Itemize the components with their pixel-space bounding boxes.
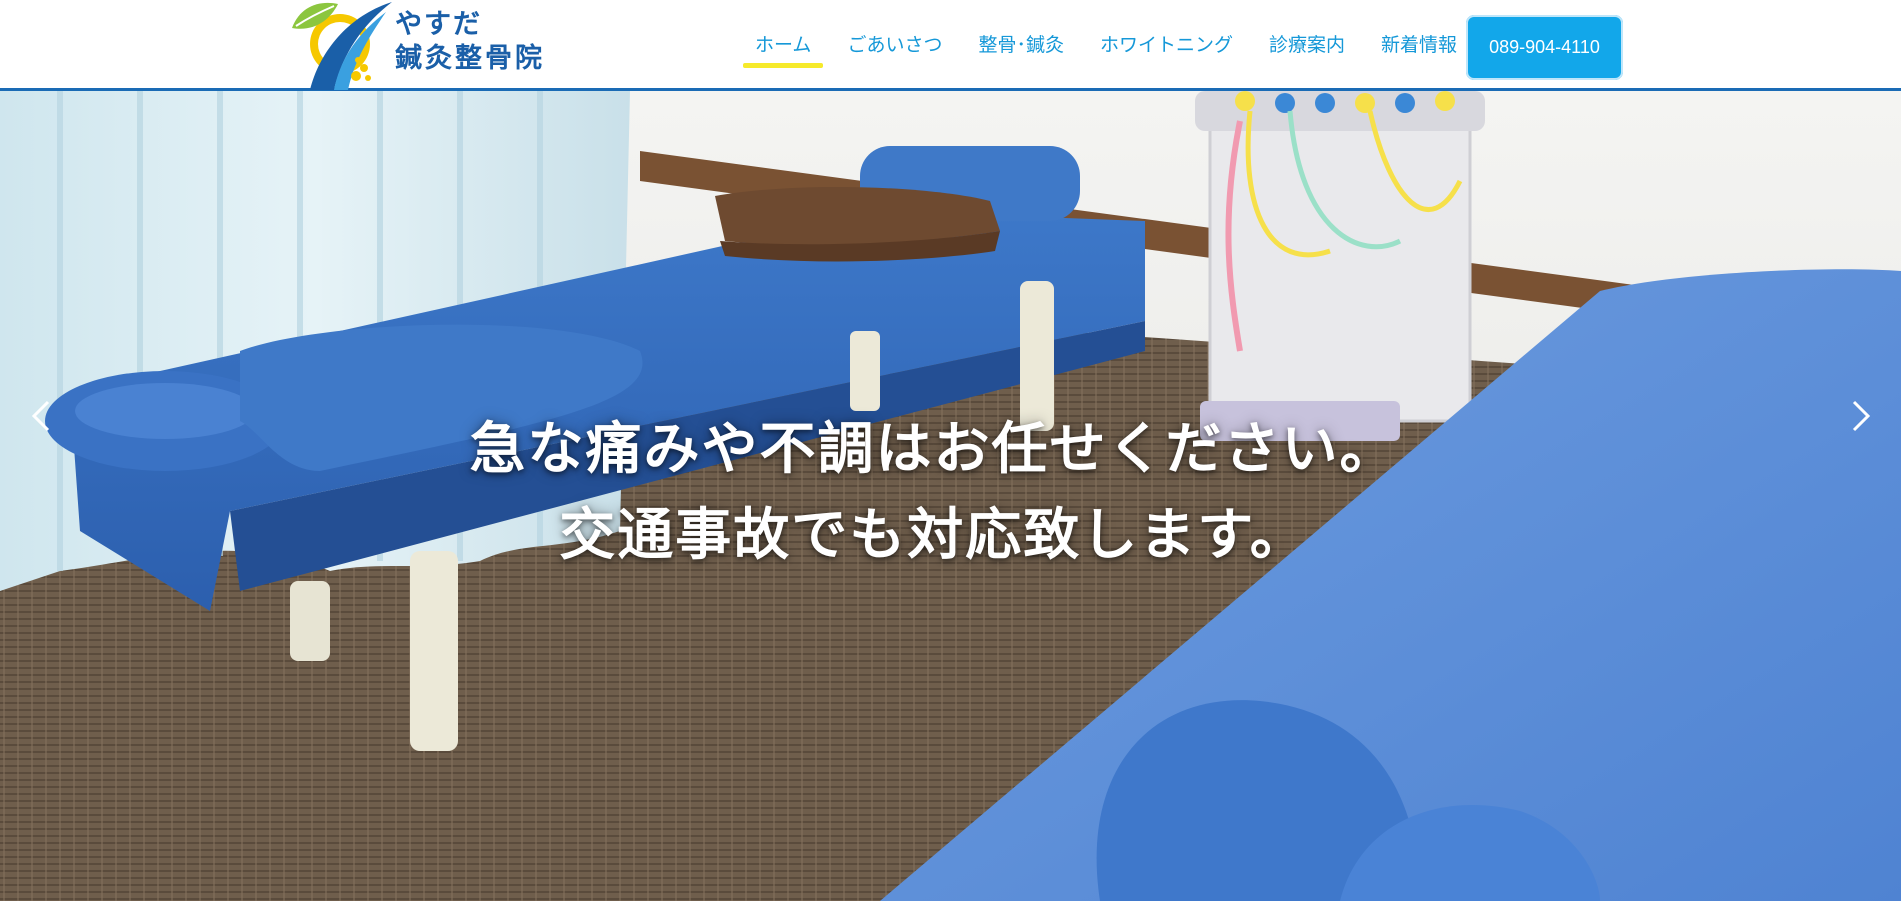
site-logo[interactable]: やすだ 鍼灸整骨院 <box>290 0 560 90</box>
hero-caption: 急な痛みや不調はお任せください。 交通事故でも対応致します。 <box>0 407 1867 579</box>
hero-caption-line1: 急な痛みや不調はお任せください。 <box>469 417 1398 482</box>
nav-item-clinic-info[interactable]: 診療案内 <box>1269 0 1345 88</box>
nav-item-home[interactable]: ホーム <box>743 0 824 88</box>
phone-button[interactable]: 089-904-4110 <box>1466 15 1623 80</box>
nav-item-whitening[interactable]: ホワイトニング <box>1100 0 1233 88</box>
nav-item-news[interactable]: 新着情報 <box>1381 0 1457 88</box>
logo-name-line1: やすだ <box>395 9 482 40</box>
main-nav: ホーム ごあいさつ 整骨･鍼灸 ホワイトニング 診療案内 新着情報 <box>743 0 1493 88</box>
slider-prev-button[interactable] <box>22 396 62 436</box>
hero-caption-line2: 交通事故でも対応致します。 <box>559 503 1308 568</box>
slider-next-button[interactable] <box>1840 396 1880 436</box>
chevron-right-icon <box>1852 400 1871 432</box>
chevron-left-icon <box>31 400 50 432</box>
logo-text: やすだ 鍼灸整骨院 <box>395 8 545 76</box>
site-header: やすだ 鍼灸整骨院 ホーム ごあいさつ 整骨･鍼灸 ホワイトニング 診療案内 新… <box>0 0 1901 91</box>
logo-mark-icon <box>292 2 392 90</box>
nav-item-greeting[interactable]: ごあいさつ <box>847 0 942 88</box>
hero-slider: 急な痛みや不調はお任せください。 交通事故でも対応致します。 <box>0 91 1901 901</box>
nav-item-seikotsu-shinkyu[interactable]: 整骨･鍼灸 <box>978 0 1064 88</box>
logo-name-line2: 鍼灸整骨院 <box>395 43 545 74</box>
